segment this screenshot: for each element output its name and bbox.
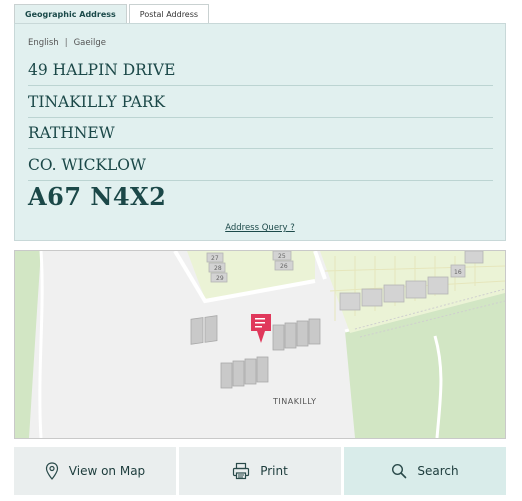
map-pin-icon — [45, 462, 58, 480]
house-number-29: 29 — [216, 275, 224, 282]
address-line-2: TINAKILLY PARK — [28, 87, 493, 118]
tab-postal-address[interactable]: Postal Address — [128, 4, 210, 23]
address-line-1: 49 HALPIN DRIVE — [28, 55, 493, 86]
language-switcher: English | Gaeilge — [28, 38, 106, 48]
language-gaeilge[interactable]: Gaeilge — [74, 38, 106, 48]
search-button[interactable]: Search — [344, 447, 506, 495]
address-line-4: CO. WICKLOW — [28, 150, 493, 181]
view-on-map-label: View on Map — [68, 464, 146, 478]
address-query-text[interactable]: Address Query ? — [225, 223, 295, 233]
house-number-25: 25 — [278, 253, 286, 260]
house-number-27: 27 — [211, 255, 219, 262]
address-tabs: Geographic Address Postal Address — [14, 4, 210, 24]
printer-icon — [233, 462, 250, 480]
language-separator: | — [64, 38, 68, 48]
print-label: Print — [260, 464, 288, 478]
house-number-28: 28 — [214, 265, 222, 272]
map-canvas: 27 28 29 25 26 16 TINAKILLY — [15, 251, 505, 438]
address-query-link: Address Query ? — [15, 223, 505, 233]
map-area-label: TINAKILLY — [272, 397, 317, 406]
eircode: A67 N4X2 — [28, 182, 167, 211]
map-view[interactable]: 27 28 29 25 26 16 TINAKILLY — [14, 250, 506, 439]
print-button[interactable]: Print — [179, 447, 341, 495]
action-buttons: View on Map Print Search — [14, 447, 506, 495]
address-panel: English | Gaeilge 49 HALPIN DRIVE TINAKILL… — [14, 23, 506, 241]
address-line-3: RATHNEW — [28, 118, 493, 149]
search-icon — [392, 463, 407, 479]
house-number-26: 26 — [280, 263, 288, 270]
view-on-map-button[interactable]: View on Map — [14, 447, 176, 495]
search-label: Search — [417, 464, 459, 478]
house-number-16: 16 — [454, 269, 462, 276]
tab-geographic-address[interactable]: Geographic Address — [14, 4, 127, 24]
language-english[interactable]: English — [28, 38, 59, 48]
